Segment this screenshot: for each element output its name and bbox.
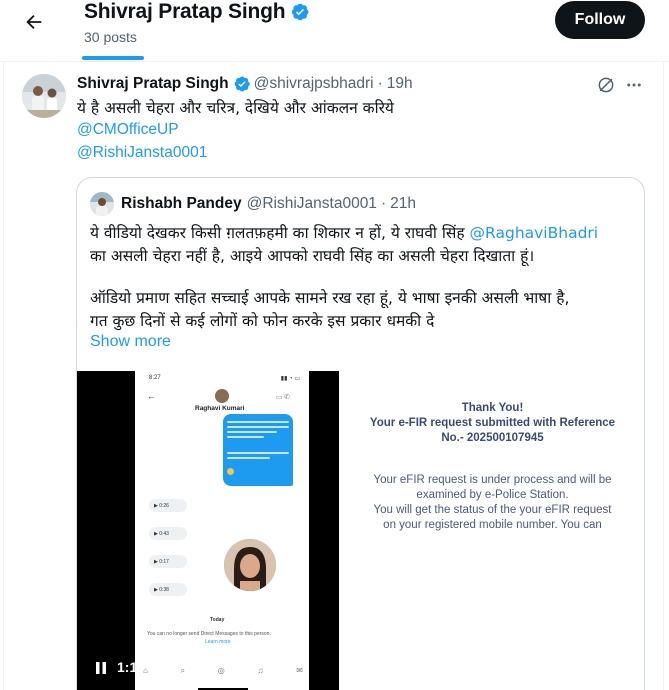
profile-name: Shivraj Pratap Singh — [84, 0, 286, 23]
show-more-link[interactable]: Show more — [90, 333, 171, 351]
tweet-author-handle[interactable]: @shivrajpsbhadri — [254, 75, 374, 93]
back-button[interactable] — [14, 4, 54, 40]
receipt-body-line: on your registered mobile number. You ca… — [383, 519, 602, 531]
quoted-tweet-header: Rishabh Pandey @RishiJansta0001 · 21h — [121, 193, 416, 215]
quoted-text-line: गत कुछ दिनों से कई लोगों को फोन करके इस … — [90, 312, 435, 330]
arrow-left-icon — [26, 14, 42, 30]
tweet-timestamp[interactable]: 19h — [387, 75, 413, 93]
quoted-text: ये वीडियो देखकर किसी ग़लतफ़हमी का शिकार … — [90, 224, 465, 242]
quoted-author-handle: @RishiJansta0001 — [246, 195, 377, 212]
tab-indicator — [82, 56, 144, 60]
quoted-tweet-card[interactable]: Rishabh Pandey @RishiJansta0001 · 21h ये… — [76, 177, 645, 690]
mention-link[interactable]: @CMOfficeUP — [77, 119, 179, 141]
audio-duration: 0:43 — [159, 530, 169, 537]
grok-icon[interactable] — [596, 75, 616, 95]
separator-dot: · — [380, 195, 387, 212]
phone-audio-message: ▶ 0:38 — [149, 583, 187, 596]
receipt-body-line: You will get the status of the your eFIR… — [373, 504, 612, 516]
audio-duration: 0:26 — [159, 502, 169, 509]
video-time: 1:19 — [117, 659, 146, 675]
posts-count: 30 posts — [84, 29, 137, 45]
more-horizontal-icon — [627, 83, 641, 87]
column-border-left — [3, 0, 4, 690]
mention-link[interactable]: @RishiJansta0001 — [77, 142, 207, 164]
tweet-author-avatar[interactable] — [22, 74, 66, 118]
receipt-heading: Thank You! Your e-FIR request submitted … — [339, 401, 644, 446]
video-player[interactable]: 8:27 ▮▮ ◔ ▭ ← ▭ ✆ Raghavi Kumari ▶ 0:26 … — [77, 371, 644, 690]
video-overlay-face — [224, 539, 276, 591]
profile-title: Shivraj Pratap Singh — [84, 0, 310, 24]
audio-duration: 0:17 — [159, 558, 169, 565]
receipt-body-line: examined by e-Police Station. — [416, 489, 569, 501]
phone-clock: 8:27 — [149, 375, 161, 381]
quoted-text-line: ऑडियो प्रमाण सहित सच्चाई आपके सामने रख र… — [90, 289, 570, 307]
header-divider — [0, 61, 669, 62]
phone-audio-message: ▶ 0:17 — [149, 555, 187, 568]
phone-contact-name: Raghavi Kumari — [195, 405, 245, 412]
receipt-body-line: Your eFIR request is under process and w… — [373, 474, 612, 486]
separator-dot: · — [377, 75, 383, 92]
phone-status-icons: ▮▮ ◔ ▭ — [280, 376, 300, 382]
phone-back-icon: ← — [147, 391, 156, 401]
receipt-thanks: Thank You! — [461, 402, 524, 414]
tweet-header: Shivraj Pratap Singh @shivrajpsbhadri · … — [77, 73, 413, 95]
phone-contact-avatar — [215, 389, 229, 403]
more-options-button[interactable] — [623, 74, 645, 96]
phone-audio-message: ▶ 0:26 — [149, 499, 187, 512]
video-frame-left: 8:27 ▮▮ ◔ ▭ ← ▭ ✆ Raghavi Kumari ▶ 0:26 … — [77, 371, 310, 690]
verified-badge-icon — [234, 76, 250, 92]
phone-audio-message: ▶ 0:43 — [149, 527, 187, 540]
phone-call-icons: ▭ ✆ — [275, 394, 290, 401]
quoted-author-avatar[interactable] — [90, 192, 114, 216]
tweet-author-name[interactable]: Shivraj Pratap Singh — [77, 75, 229, 93]
receipt-body: Your eFIR request is under process and w… — [339, 473, 644, 533]
efir-receipt: Thank You! Your e-FIR request submitted … — [339, 371, 644, 690]
mention-link[interactable]: @RaghaviBhadri — [470, 224, 599, 242]
quoted-text-line: ये वीडियो देखकर किसी ग़लतफ़हमी का शिकार … — [90, 222, 598, 245]
profile-header: Shivraj Pratap Singh 30 posts Follow — [0, 0, 669, 61]
audio-duration: 0:38 — [159, 586, 169, 593]
receipt-ref-number: No.- 202500107945 — [441, 432, 544, 444]
verified-badge-icon — [292, 3, 309, 21]
quoted-timestamp: 21h — [390, 195, 416, 212]
captions-button[interactable]: CC — [163, 660, 181, 674]
quoted-author-name: Rishabh Pandey — [121, 195, 242, 212]
phone-learn-more: Learn more — [205, 639, 231, 645]
column-border-right — [663, 0, 664, 690]
phone-today-label: Today — [210, 617, 225, 623]
phone-footer-text: You can no longer send Direct Messages t… — [147, 631, 271, 637]
receipt-ref-line: Your e-FIR request submitted with Refere… — [369, 417, 616, 429]
quoted-text-line: का असली चेहरा नहीं है, आइये आपको राघवी स… — [90, 247, 535, 265]
phone-screenshot: 8:27 ▮▮ ◔ ▭ ← ▭ ✆ Raghavi Kumari ▶ 0:26 … — [135, 371, 310, 690]
pause-icon[interactable] — [94, 661, 108, 675]
phone-message-bubble — [223, 414, 293, 486]
tweet-text: ये है असली चेहरा और चरित्र, देखिये और आं… — [77, 99, 394, 117]
follow-button[interactable]: Follow — [555, 1, 645, 39]
video-frame-divider — [309, 371, 339, 690]
